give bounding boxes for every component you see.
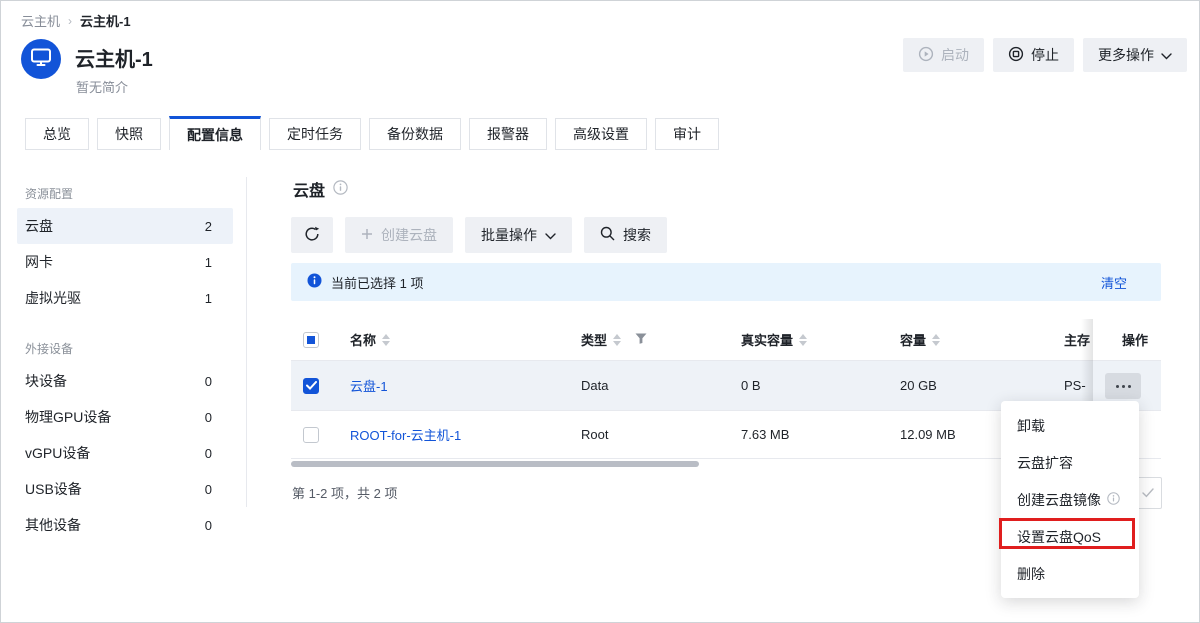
refresh-icon [304, 226, 320, 245]
play-circle-icon [918, 46, 934, 65]
tab-backup-data[interactable]: 备份数据 [369, 118, 461, 150]
vm-avatar [21, 39, 61, 79]
count-badge: 0 [205, 518, 212, 533]
tab-advanced-settings[interactable]: 高级设置 [555, 118, 647, 150]
sidebar-item-other-devices[interactable]: 其他设备 0 [17, 507, 233, 543]
sort-icon[interactable] [799, 334, 807, 346]
batch-operations-button[interactable]: 批量操作 [465, 217, 572, 253]
refresh-button[interactable] [291, 217, 333, 253]
info-circle-icon [1107, 492, 1120, 508]
create-disk-button[interactable]: 创建云盘 [345, 217, 453, 253]
tab-alarms[interactable]: 报警器 [469, 118, 547, 150]
disk-real-capacity: 0 B [741, 378, 761, 393]
header-actions: 启动 停止 更多操作 [903, 38, 1187, 72]
page-size-select[interactable] [1136, 477, 1162, 509]
chevron-down-icon [545, 227, 556, 243]
breadcrumb-separator-icon: › [68, 14, 72, 28]
horizontal-scrollbar[interactable] [291, 461, 699, 467]
column-header-capacity: 容量 [900, 330, 926, 349]
row-checkbox[interactable] [303, 427, 319, 443]
breadcrumb: 云主机 › 云主机-1 [21, 11, 131, 30]
tab-bar: 总览 快照 配置信息 定时任务 备份数据 报警器 高级设置 审计 [25, 116, 719, 150]
clear-selection-link[interactable]: 清空 [1101, 273, 1127, 292]
sidebar-item-physical-gpu[interactable]: 物理GPU设备 0 [17, 399, 233, 435]
select-all-checkbox[interactable] [303, 332, 319, 348]
search-icon [600, 226, 615, 244]
column-header-type: 类型 [581, 330, 607, 349]
sidebar-section-external-devices: 外接设备 [25, 340, 246, 357]
info-circle-filled-icon [307, 273, 322, 291]
disk-type: Root [581, 427, 608, 442]
menu-item-delete[interactable]: 删除 [1001, 555, 1139, 592]
sidebar-item-block-device[interactable]: 块设备 0 [17, 363, 233, 399]
selection-alert-text: 当前已选择 1 项 [331, 273, 423, 292]
sidebar-item-disk[interactable]: 云盘 2 [17, 208, 233, 244]
sidebar-item-nic[interactable]: 网卡 1 [17, 244, 233, 280]
sort-icon[interactable] [382, 334, 390, 346]
row-actions-menu: 卸载 云盘扩容 创建云盘镜像 设置云盘QoS 删除 [1001, 401, 1139, 598]
breadcrumb-current: 云主机-1 [80, 11, 131, 30]
page-subtitle: 暂无简介 [76, 77, 128, 96]
filter-icon[interactable] [635, 332, 647, 347]
row-checkbox[interactable] [303, 378, 319, 394]
sidebar-item-usb[interactable]: USB设备 0 [17, 471, 233, 507]
table-toolbar: 创建云盘 批量操作 搜索 [291, 217, 667, 253]
info-circle-icon [333, 180, 348, 198]
page-title: 云主机-1 [75, 43, 153, 72]
count-badge: 0 [205, 482, 212, 497]
sidebar-item-virtual-cdrom[interactable]: 虚拟光驱 1 [17, 280, 233, 316]
ellipsis-icon [1116, 385, 1119, 388]
selection-alert: 当前已选择 1 项 清空 [291, 263, 1161, 301]
column-header-name: 名称 [350, 330, 376, 349]
menu-item-expand-disk[interactable]: 云盘扩容 [1001, 444, 1139, 481]
breadcrumb-root[interactable]: 云主机 [21, 11, 60, 30]
column-header-real-capacity: 真实容量 [741, 330, 793, 349]
sidebar-item-vgpu[interactable]: vGPU设备 0 [17, 435, 233, 471]
check-icon [1142, 486, 1154, 501]
section-title: 云盘 [293, 177, 325, 201]
plus-icon [361, 227, 373, 243]
stop-circle-icon [1008, 46, 1024, 65]
tab-snapshot[interactable]: 快照 [97, 118, 161, 150]
sidebar-section-resource-config: 资源配置 [25, 185, 246, 202]
menu-item-set-disk-qos[interactable]: 设置云盘QoS [1001, 518, 1139, 555]
vm-monitor-icon [31, 48, 51, 70]
count-badge: 0 [205, 410, 212, 425]
more-actions-button[interactable]: 更多操作 [1083, 38, 1187, 72]
count-badge: 0 [205, 374, 212, 389]
disk-name-link[interactable]: 云盘-1 [350, 376, 388, 395]
count-badge: 2 [205, 219, 212, 234]
sidebar-divider [246, 177, 247, 507]
tab-audit[interactable]: 审计 [655, 118, 719, 150]
count-badge: 1 [205, 291, 212, 306]
sort-icon[interactable] [932, 334, 940, 346]
menu-item-create-disk-image[interactable]: 创建云盘镜像 [1001, 481, 1139, 518]
start-button[interactable]: 启动 [903, 38, 984, 72]
disk-type: Data [581, 378, 608, 393]
row-actions-ellipsis-button[interactable] [1105, 373, 1141, 399]
sidebar: 资源配置 云盘 2 网卡 1 虚拟光驱 1 外接设备 块设备 0 物理GPU设备… [1, 171, 246, 543]
tab-config-info[interactable]: 配置信息 [169, 116, 261, 150]
menu-item-detach[interactable]: 卸载 [1001, 407, 1139, 444]
chevron-down-icon [1161, 47, 1172, 63]
disk-capacity: 20 GB [900, 378, 937, 393]
pagination-summary: 第 1-2 项，共 2 项 [292, 483, 397, 502]
disk-name-link[interactable]: ROOT-for-云主机-1 [350, 425, 461, 444]
disk-capacity: 12.09 MB [900, 427, 956, 442]
stop-button[interactable]: 停止 [993, 38, 1074, 72]
count-badge: 1 [205, 255, 212, 270]
sort-icon[interactable] [613, 334, 621, 346]
tab-scheduled-tasks[interactable]: 定时任务 [269, 118, 361, 150]
table-header: 名称 类型 真实容量 容量 主存 操作 [291, 319, 1161, 361]
search-button[interactable]: 搜索 [584, 217, 667, 253]
disk-real-capacity: 7.63 MB [741, 427, 789, 442]
column-header-actions: 操作 [1122, 330, 1148, 349]
count-badge: 0 [205, 446, 212, 461]
tab-overview[interactable]: 总览 [25, 118, 89, 150]
